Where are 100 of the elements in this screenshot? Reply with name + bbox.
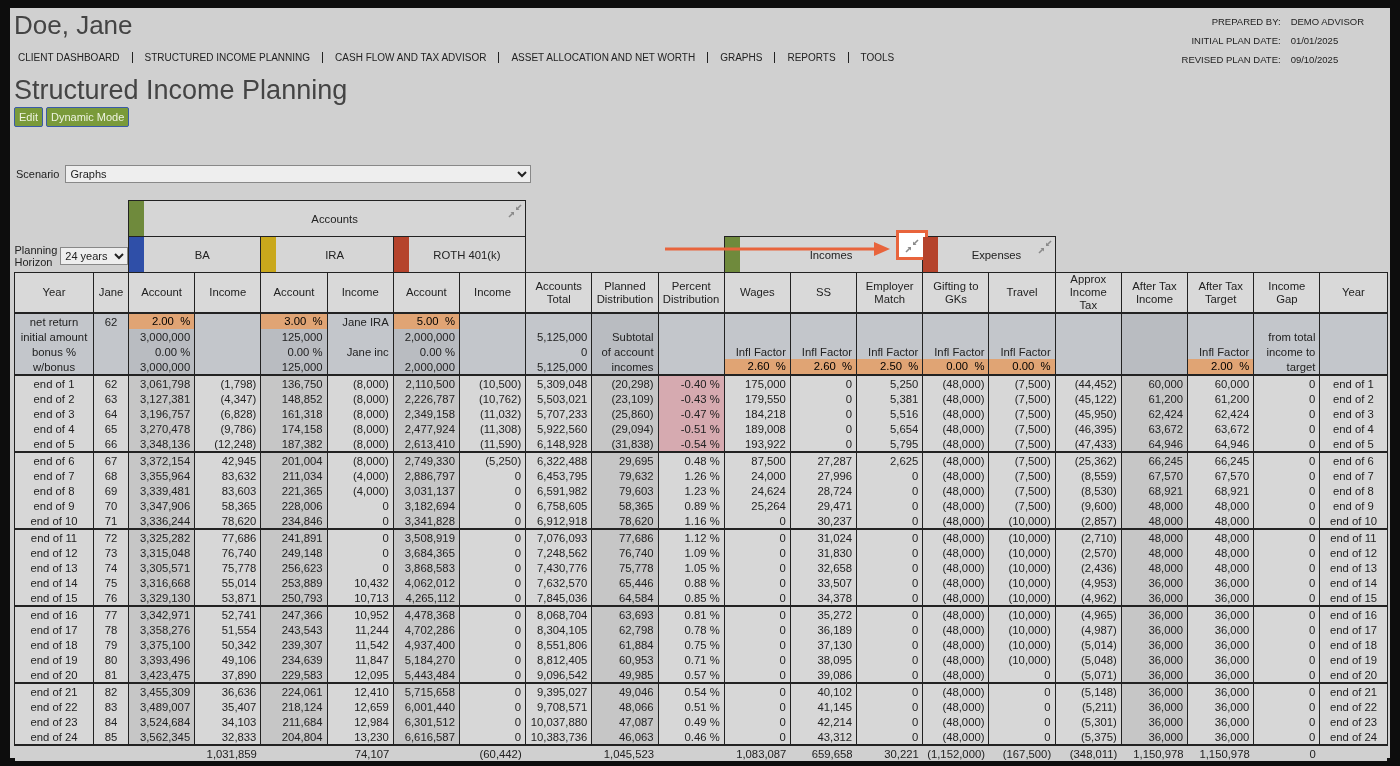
table-cell: (5,250) xyxy=(459,452,526,468)
table-cell: 8,812,405 xyxy=(525,652,592,667)
table-cell: (7,500) xyxy=(988,421,1056,436)
group-header: IRA xyxy=(325,247,344,262)
table-cell: 0 xyxy=(856,622,923,637)
table-cell: 0 xyxy=(724,606,791,622)
table-cell: end of 3 xyxy=(1319,406,1387,421)
table-cell: 36,000 xyxy=(1187,652,1254,667)
table-cell: (4,965) xyxy=(1055,606,1122,622)
horizon-select[interactable]: 24 years xyxy=(60,247,128,266)
table-cell: 60,000 xyxy=(1187,375,1254,391)
table-cell: 11,847 xyxy=(327,652,394,667)
table-cell: 83,603 xyxy=(194,483,261,498)
table-cell: (7,500) xyxy=(988,483,1056,498)
column-header: Account xyxy=(260,272,328,313)
table-cell: 0 xyxy=(856,637,923,652)
collapse-icon[interactable] xyxy=(905,239,920,253)
table-cell: (10,000) xyxy=(988,545,1056,560)
table-cell: (9,786) xyxy=(194,421,261,436)
nav-link[interactable]: GRAPHS xyxy=(707,52,775,63)
rate-input-field[interactable]: 0.00 % xyxy=(923,359,989,374)
table-cell: 0 xyxy=(856,667,923,683)
nav-link[interactable]: CLIENT DASHBOARD xyxy=(14,52,132,63)
table-cell: 42,214 xyxy=(790,714,857,729)
table-cell: (5,071) xyxy=(1055,667,1122,683)
table-cell: 61,200 xyxy=(1121,391,1188,406)
rate-input-field[interactable]: 2.00 % xyxy=(1188,359,1254,374)
nav-link[interactable]: TOOLS xyxy=(847,52,907,63)
table-cell: (10,000) xyxy=(988,590,1056,606)
rate-input-field[interactable]: 2.50 % xyxy=(857,359,923,374)
table-cell: -0.51 % xyxy=(658,421,725,436)
table-cell: (10,000) xyxy=(988,560,1056,575)
table-cell: (10,000) xyxy=(988,637,1056,652)
table-cell: (2,570) xyxy=(1055,545,1122,560)
collapse-icon[interactable] xyxy=(1037,240,1052,254)
table-cell: (5,048) xyxy=(1055,652,1122,667)
table-cell: 58,365 xyxy=(194,498,261,513)
table-cell: 0 xyxy=(459,637,526,652)
table-cell: (29,094) xyxy=(591,421,659,436)
table-cell: 8,068,704 xyxy=(525,606,592,622)
table-cell: (48,000) xyxy=(922,468,989,483)
table-cell: 0 xyxy=(856,729,923,745)
table-cell: 0 xyxy=(856,498,923,513)
table-cell: 75,778 xyxy=(194,560,261,575)
table-cell: 36,000 xyxy=(1187,683,1254,699)
table-cell: end of 22 xyxy=(14,699,94,714)
table-cell: 49,106 xyxy=(194,652,261,667)
table-cell: end of 6 xyxy=(14,452,94,468)
column-header: Income xyxy=(327,272,394,313)
table-cell: 0 xyxy=(724,545,791,560)
table-cell: 36,000 xyxy=(1121,637,1188,652)
nav-link[interactable]: REPORTS xyxy=(774,52,848,63)
table-cell: 60,000 xyxy=(1121,375,1188,391)
table-cell: 25,264 xyxy=(724,498,791,513)
table-cell: 60,953 xyxy=(591,652,659,667)
table-cell: 85 xyxy=(93,729,129,745)
nav-link[interactable]: ASSET ALLOCATION AND NET WORTH xyxy=(498,52,708,63)
table-cell: 64 xyxy=(93,406,129,421)
table-cell: (5,014) xyxy=(1055,637,1122,652)
rate-input-field[interactable]: 2.00 % xyxy=(129,314,195,329)
table-cell: 28,724 xyxy=(790,483,857,498)
rate-input-field[interactable]: 2.60 % xyxy=(724,359,790,374)
rate-input-field[interactable]: 5.00 % xyxy=(393,314,459,329)
rate-input-field[interactable]: 0.00 % xyxy=(989,359,1055,374)
table-cell: end of 23 xyxy=(14,714,94,729)
table-cell: 51,554 xyxy=(194,622,261,637)
column-header: Gifting to GKs xyxy=(922,272,989,313)
table-cell: 36,000 xyxy=(1121,699,1188,714)
table-cell: 0 xyxy=(856,560,923,575)
table-cell: 0.89 % xyxy=(658,498,725,513)
table-cell: 2,625 xyxy=(856,452,923,468)
table-cell: 39,086 xyxy=(790,667,857,683)
table-cell: 31,830 xyxy=(790,545,857,560)
nav-link[interactable]: STRUCTURED INCOME PLANNING xyxy=(131,52,323,63)
group-header: Expenses xyxy=(971,247,1022,262)
table-cell: 3,182,694 xyxy=(393,498,460,513)
column-header: Year xyxy=(14,272,94,313)
nav-link[interactable]: CASH FLOW AND TAX ADVISOR xyxy=(322,52,499,63)
table-cell: 36,000 xyxy=(1187,699,1254,714)
scenario-select[interactable]: Graphs xyxy=(65,165,532,183)
table-cell: 3,196,757 xyxy=(128,406,195,421)
table-cell: 35,407 xyxy=(194,699,261,714)
table-cell: 3,031,137 xyxy=(393,483,460,498)
table-cell: 0 xyxy=(724,622,791,637)
table-cell: 249,148 xyxy=(260,545,328,560)
table-cell: 11,542 xyxy=(327,637,394,652)
table-cell: end of 21 xyxy=(1319,683,1387,699)
table-cell: 48,000 xyxy=(1187,513,1254,529)
rate-input-field[interactable]: 3.00 % xyxy=(261,314,327,329)
table-cell: (48,000) xyxy=(922,575,989,590)
horizon-label: Planning Horizon xyxy=(14,244,59,269)
table-cell: 0 xyxy=(856,590,923,606)
table-cell: 37,890 xyxy=(194,667,261,683)
rate-input-field[interactable]: 2.60 % xyxy=(790,359,857,374)
collapse-icon[interactable] xyxy=(508,204,523,218)
table-cell: 0.00 % xyxy=(128,344,195,359)
table-cell: end of 12 xyxy=(1319,545,1387,560)
table-cell: (12,248) xyxy=(194,436,261,452)
table-cell: (48,000) xyxy=(922,436,989,452)
table-cell: 4,702,286 xyxy=(393,622,460,637)
